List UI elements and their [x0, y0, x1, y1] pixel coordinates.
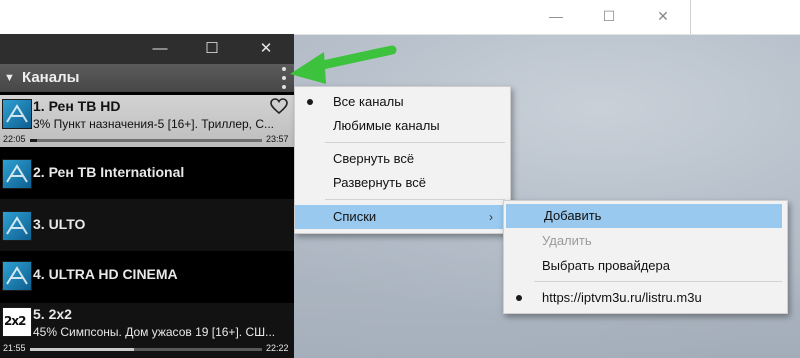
player-maximize-button[interactable]: ☐: [200, 38, 224, 60]
context-menu: Все каналы Любимые каналы Свернуть всё Р…: [294, 86, 511, 234]
background-window-close-button[interactable]: ✕: [650, 5, 676, 27]
channel-program: 45% Симпсоны. Дом ужасов 19 [16+]. СШ...: [33, 325, 276, 339]
channels-header-title: Каналы: [22, 69, 80, 86]
program-start-time: 21:55: [3, 343, 26, 353]
program-start-time: 22:05: [3, 134, 26, 144]
menu-item-collapse-all[interactable]: Свернуть всё: [295, 147, 510, 171]
channel-program: 3% Пункт назначения-5 [16+]. Триллер, С.…: [33, 117, 275, 131]
channel-name: 3. ULTO: [33, 216, 86, 232]
submenu-item-delete[interactable]: Удалить: [504, 229, 787, 253]
program-end-time: 23:57: [266, 134, 289, 144]
lists-submenu: Добавить Удалить Выбрать провайдера http…: [503, 200, 788, 314]
menu-item-all-channels[interactable]: Все каналы: [295, 90, 510, 114]
channel-row-4[interactable]: 4. ULTRA HD CINEMA: [0, 251, 294, 303]
channel-row-5[interactable]: 2x2 5. 2x2 45% Симпсоны. Дом ужасов 19 […: [0, 303, 294, 358]
submenu-item-add[interactable]: Добавить: [506, 204, 782, 228]
progress-track: [30, 348, 262, 351]
menu-item-lists[interactable]: Списки ›: [295, 205, 510, 229]
submenu-item-select-provider[interactable]: Выбрать провайдера: [504, 254, 787, 278]
channel-row-3[interactable]: 3. ULTO: [0, 199, 294, 251]
channel-row-1[interactable]: 1. Рен ТВ HD 3% Пункт назначения-5 [16+]…: [0, 95, 294, 147]
collapse-triangle-icon[interactable]: ▼: [4, 72, 15, 84]
submenu-item-playlist-url[interactable]: https://iptvm3u.ru/listru.m3u: [504, 286, 787, 310]
menu-separator: [534, 281, 782, 282]
program-progress: 21:55 22:22: [0, 343, 294, 355]
player-window: — ☐ ✕ ▼ Каналы 1. Рен ТВ HD 3% Пункт наз…: [0, 34, 294, 358]
channels-header[interactable]: ▼ Каналы: [0, 64, 294, 92]
ren-tv-logo: [2, 261, 32, 291]
menu-separator: [325, 199, 505, 200]
ren-tv-logo: [2, 159, 32, 189]
channel-row-2[interactable]: 2. Рен ТВ International: [0, 147, 294, 199]
channel-name: 5. 2x2: [33, 306, 72, 322]
player-close-button[interactable]: ✕: [254, 38, 278, 60]
heart-icon[interactable]: [270, 98, 288, 114]
radio-bullet-icon: [516, 295, 522, 301]
background-window-maximize-button[interactable]: ☐: [596, 5, 622, 27]
program-progress: 22:05 23:57: [0, 134, 294, 146]
menu-item-expand-all[interactable]: Развернуть всё: [295, 171, 510, 195]
program-end-time: 22:22: [266, 343, 289, 353]
2x2-logo: 2x2: [2, 307, 32, 337]
radio-bullet-icon: [307, 99, 313, 105]
progress-fill: [30, 139, 37, 142]
progress-fill: [30, 348, 135, 351]
channel-name: 2. Рен ТВ International: [33, 164, 185, 180]
ren-tv-logo: [2, 211, 32, 241]
channel-name: 4. ULTRA HD CINEMA: [33, 266, 178, 282]
menu-item-favorite-channels[interactable]: Любимые каналы: [295, 114, 510, 138]
background-window-titlebar: — ☐ ✕: [0, 0, 800, 35]
background-window-minimize-button[interactable]: —: [543, 5, 569, 27]
player-minimize-button[interactable]: —: [148, 38, 172, 60]
menu-separator: [325, 142, 505, 143]
ren-tv-logo: [2, 99, 32, 129]
channel-name: 1. Рен ТВ HD: [33, 98, 121, 114]
progress-track: [30, 139, 262, 142]
divider: [690, 0, 691, 34]
player-titlebar: — ☐ ✕: [0, 34, 294, 64]
submenu-arrow-icon: ›: [489, 210, 493, 224]
